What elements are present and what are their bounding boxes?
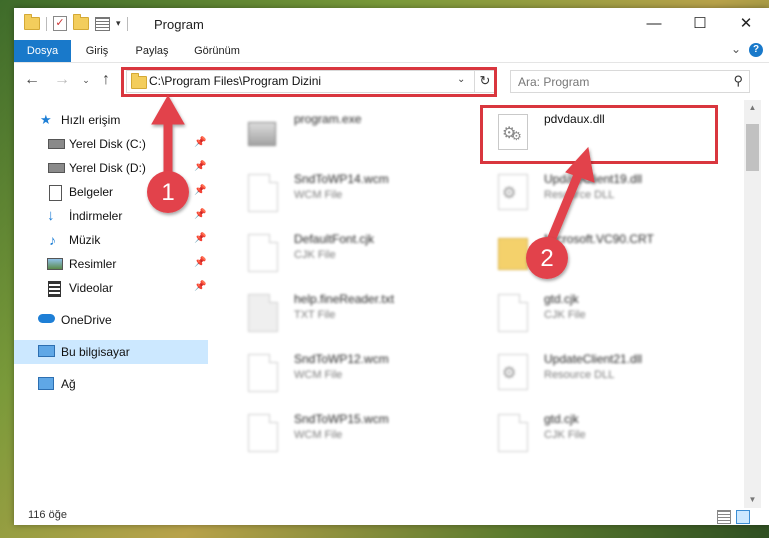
arrow-1-head: [151, 94, 185, 125]
annotation-arrows: 1 2: [147, 94, 595, 279]
step-2-label: 2: [540, 245, 553, 272]
step-1-label: 1: [161, 179, 174, 206]
arrow-2-head: [565, 146, 595, 183]
